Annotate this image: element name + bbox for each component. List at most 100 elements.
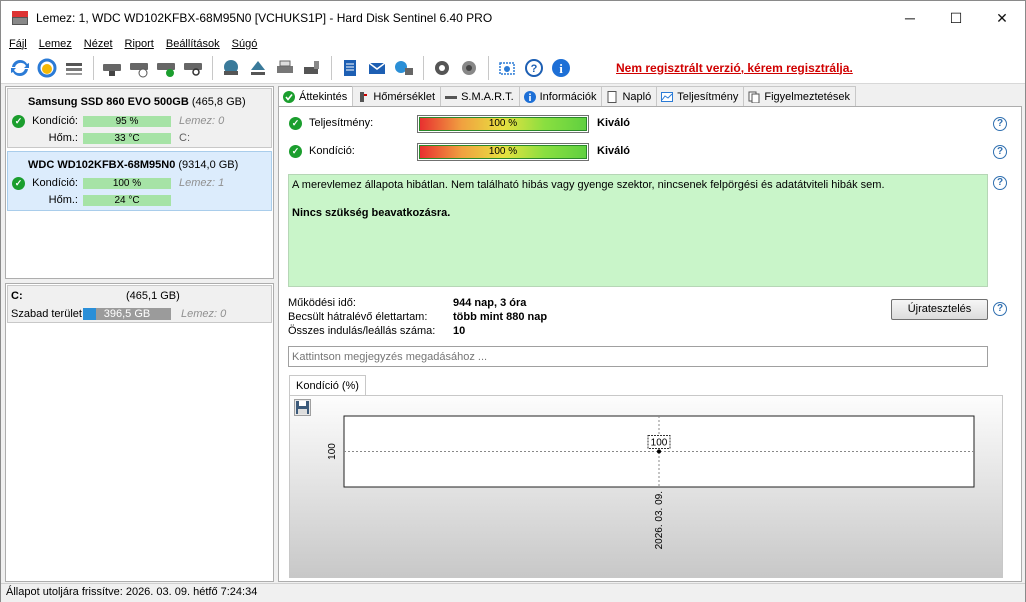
right-panel: Áttekintés Hőmérséklet S.M.A.R.T. Inform… xyxy=(278,86,1022,582)
svg-text:i: i xyxy=(559,61,563,76)
help-icon[interactable]: ? xyxy=(993,145,1007,159)
disk-size: (9314,0 GB) xyxy=(178,159,239,171)
help-icon[interactable]: ? xyxy=(993,302,1007,316)
condition-bar: 100 % xyxy=(83,178,171,189)
performance-row: ✓ Teljesítmény: 100 % Kiváló xyxy=(289,115,1009,133)
disk-info-icon[interactable] xyxy=(219,56,243,80)
check-icon xyxy=(283,91,295,103)
condition-bar: 95 % xyxy=(83,116,171,127)
gear-icon[interactable] xyxy=(430,56,454,80)
disk-item-0[interactable]: Samsung SSD 860 EVO 500GB (465,8 GB) ✓ K… xyxy=(7,88,272,148)
condition-bar: 100 % xyxy=(417,143,589,161)
condition-value: 100 % xyxy=(419,145,587,159)
register-link[interactable]: Nem regisztrált verzió, kérem regisztrál… xyxy=(616,61,853,75)
tab-bar: Áttekintés Hőmérséklet S.M.A.R.T. Inform… xyxy=(278,86,856,107)
app-window: Lemez: 1, WDC WD102KFBX-68M95N0 [VCHUKS1… xyxy=(0,0,1026,602)
temperature-label: Hőm.: xyxy=(48,132,78,144)
disk-index: Lemez: 1 xyxy=(179,177,225,189)
window-title: Lemez: 1, WDC WD102KFBX-68M95N0 [VCHUKS1… xyxy=(36,11,493,25)
menu-help[interactable]: Súgó xyxy=(232,38,258,50)
disk-tool-icon[interactable] xyxy=(300,56,324,80)
overview-panel: ✓ Teljesítmény: 100 % Kiváló ? ✓ Kondíci… xyxy=(278,106,1022,582)
chart-icon xyxy=(661,91,674,103)
chart-tab-condition[interactable]: Kondíció (%) xyxy=(289,375,366,396)
menu-bar: Fájl Lemez Nézet Riport Beállítások Súgó xyxy=(1,35,1025,52)
help-icon[interactable]: ? xyxy=(993,176,1007,190)
printer-icon[interactable] xyxy=(273,56,297,80)
free-space-value: 396,5 GB xyxy=(103,308,151,320)
disk-size: (465,8 GB) xyxy=(191,96,246,108)
tab-performance[interactable]: Teljesítmény xyxy=(656,86,745,106)
thermometer-icon xyxy=(357,91,369,103)
report-icon[interactable] xyxy=(338,56,362,80)
x-tick-label: 2026. 03. 09. xyxy=(654,491,665,549)
screenshot-icon[interactable] xyxy=(495,56,519,80)
document-icon xyxy=(606,90,618,103)
disk-clock-icon[interactable] xyxy=(127,56,151,80)
performance-label: Teljesítmény: xyxy=(309,117,374,129)
drive-letter: C: xyxy=(179,132,190,144)
condition-label: Kondíció: xyxy=(32,177,78,189)
svg-text:?: ? xyxy=(531,63,538,75)
smart-icon xyxy=(445,91,458,103)
tab-temperature[interactable]: Hőmérséklet xyxy=(352,86,442,106)
title-bar: Lemez: 1, WDC WD102KFBX-68M95N0 [VCHUKS1… xyxy=(1,1,1025,35)
partition-drive: C: xyxy=(11,290,23,302)
temperature-label: Hőm.: xyxy=(48,194,78,206)
tab-overview[interactable]: Áttekintés xyxy=(278,86,354,107)
performance-rating: Kiváló xyxy=(597,117,631,129)
email-icon[interactable] xyxy=(365,56,389,80)
menu-view[interactable]: Nézet xyxy=(84,38,113,50)
maximize-button[interactable]: ☐ xyxy=(933,1,979,35)
refresh-icon[interactable] xyxy=(8,56,32,80)
info-icon xyxy=(523,90,536,103)
status-description: A merevlemez állapota hibátlan. Nem talá… xyxy=(288,174,988,287)
starts-value: 10 xyxy=(453,325,466,337)
help-icon[interactable]: ? xyxy=(993,117,1007,131)
condition-row: ✓ Kondíció: 100 % Kiváló xyxy=(289,143,1009,161)
left-panel: Samsung SSD 860 EVO 500GB (465,8 GB) ✓ K… xyxy=(5,86,274,582)
check-icon: ✓ xyxy=(289,145,302,158)
chart-canvas: 100 2026. 03. 09. 100 xyxy=(327,415,975,549)
tab-log[interactable]: Napló xyxy=(601,86,658,106)
disk-check-icon[interactable] xyxy=(154,56,178,80)
performance-bar: 100 % xyxy=(417,115,589,133)
disk-icon[interactable] xyxy=(100,56,124,80)
close-button[interactable]: ✕ xyxy=(979,1,1025,35)
disk-list-icon[interactable] xyxy=(62,56,86,80)
menu-file[interactable]: Fájl xyxy=(9,38,27,50)
minimize-button[interactable]: ─ xyxy=(887,1,933,35)
menu-report[interactable]: Riport xyxy=(125,38,154,50)
retest-button[interactable]: Újratesztelés xyxy=(891,299,988,320)
menu-disk[interactable]: Lemez xyxy=(39,38,72,50)
temperature-bar: 33 °C xyxy=(83,133,171,144)
partition-item[interactable]: C: (465,1 GB) Szabad terület 396,5 GB Le… xyxy=(7,285,272,323)
toolbar: ? i Nem regisztrált verzió, kérem regisz… xyxy=(1,52,1025,84)
condition-rating: Kiváló xyxy=(597,145,631,157)
partition-size: (465,1 GB) xyxy=(126,290,180,302)
network-icon[interactable] xyxy=(392,56,416,80)
disk-item-1[interactable]: WDC WD102KFBX-68M95N0 (9314,0 GB) ✓ Kond… xyxy=(7,151,272,211)
lifetime-value: több mint 880 nap xyxy=(453,311,548,323)
eject-icon[interactable] xyxy=(246,56,270,80)
menu-settings[interactable]: Beállítások xyxy=(166,38,220,50)
data-label: 100 xyxy=(651,438,668,449)
help-icon[interactable]: ? xyxy=(522,56,546,80)
info-icon[interactable]: i xyxy=(549,56,573,80)
app-icon xyxy=(12,11,28,25)
disk-name: WDC WD102KFBX-68M95N0 xyxy=(28,159,176,171)
refresh-warning-icon[interactable] xyxy=(35,56,59,80)
partition-disk: Lemez: 0 xyxy=(181,308,227,320)
free-space-bar: 396,5 GB xyxy=(83,308,171,320)
status-action: Nincs szükség beavatkozásra. xyxy=(292,207,451,219)
tab-smart[interactable]: S.M.A.R.T. xyxy=(440,86,520,106)
condition-chart: 100 2026. 03. 09. 100 xyxy=(289,395,1003,578)
sound-icon[interactable] xyxy=(457,56,481,80)
free-space-fill xyxy=(83,308,96,320)
data-point xyxy=(657,449,661,454)
note-input[interactable] xyxy=(288,346,988,367)
tab-information[interactable]: Információk xyxy=(518,86,603,106)
tab-warnings[interactable]: Figyelmeztetések xyxy=(743,86,856,106)
status-bar: Állapot utoljára frissítve: 2026. 03. 09… xyxy=(1,583,1025,602)
disk-search-icon[interactable] xyxy=(181,56,205,80)
